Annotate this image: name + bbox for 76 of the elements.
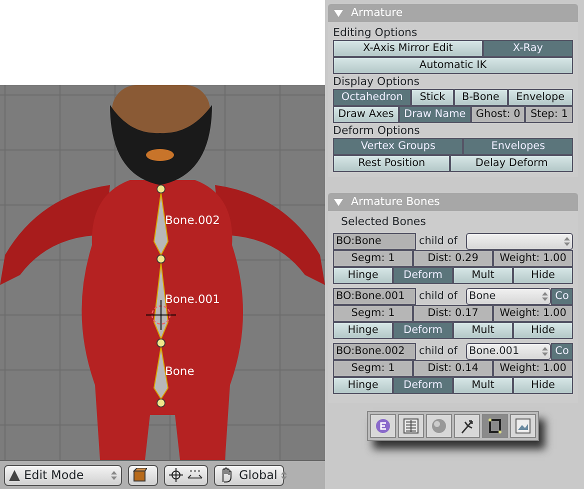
parent-dropdown[interactable] — [466, 233, 573, 250]
toggle-button[interactable]: Hide — [513, 377, 573, 394]
number-field[interactable]: Dist: 0.29 — [413, 250, 493, 267]
section-label: Deform Options — [333, 123, 421, 138]
number-field[interactable]: Weight: 1.00 — [493, 305, 573, 322]
toggle-button[interactable]: Automatic IK — [333, 57, 573, 74]
toggle-button[interactable]: Stick — [411, 89, 454, 106]
connect-button[interactable]: Co — [551, 288, 573, 305]
section-label: Display Options — [333, 74, 420, 89]
mode-dropdown[interactable]: Edit Mode — [4, 464, 122, 486]
arrows-button[interactable] — [454, 414, 480, 438]
toggle-button[interactable]: Rest Position — [333, 155, 450, 172]
updown-arrows-icon — [281, 470, 288, 480]
toggle-button[interactable]: Envelopes — [463, 138, 573, 155]
toggle-button[interactable]: Hide — [513, 322, 573, 339]
toggle-button[interactable]: X-Axis Mirror Edit — [333, 40, 483, 57]
updown-arrows-icon — [542, 347, 548, 356]
bone-name-field[interactable]: BO:Bone.001 — [333, 288, 416, 305]
toggle-button[interactable]: Draw Axes — [333, 106, 399, 123]
number-field[interactable]: Segm: 1 — [333, 250, 413, 267]
number-field[interactable]: Ghost: 0 — [470, 106, 526, 123]
toggle-button[interactable]: Deform — [393, 377, 453, 394]
arrows-icon — [459, 418, 475, 434]
arrows-icon — [187, 469, 203, 481]
toggle-button[interactable]: Deform — [393, 267, 453, 284]
cube-icon — [133, 468, 147, 482]
list-icon — [403, 418, 419, 434]
crosshair-icon — [169, 468, 183, 482]
updown-arrows-icon — [542, 292, 548, 301]
number-field[interactable]: Segm: 1 — [333, 305, 413, 322]
toggle-button[interactable]: Mult — [453, 267, 513, 284]
parent-dropdown[interactable]: Bone.001 — [466, 343, 551, 360]
list-button[interactable] — [398, 414, 424, 438]
square-icon — [487, 418, 503, 434]
panel-title: Armature — [351, 4, 403, 21]
toggle-button[interactable]: Deform — [393, 322, 453, 339]
number-field[interactable]: Dist: 0.17 — [413, 305, 493, 322]
toggle-button[interactable]: Mult — [453, 377, 513, 394]
section-label: Editing Options — [333, 25, 418, 40]
toggle-button[interactable]: Draw Name — [398, 106, 471, 123]
orientation-dropdown[interactable]: Global — [214, 464, 284, 486]
toggle-button[interactable]: Octahedron — [333, 89, 412, 106]
number-field[interactable]: Step: 1 — [525, 106, 573, 123]
number-field[interactable]: Dist: 0.14 — [413, 360, 493, 377]
section-label: Selected Bones — [340, 214, 427, 229]
draw-type-dropdown[interactable] — [128, 464, 158, 486]
toggle-button[interactable]: B-Bone — [454, 89, 508, 106]
toggle-button[interactable]: Mult — [453, 322, 513, 339]
toggle-button[interactable]: X-Ray — [482, 40, 573, 57]
sphere-icon — [431, 418, 447, 434]
toggle-button[interactable]: Vertex Groups — [333, 138, 464, 155]
bone-name-field[interactable]: BO:Bone.002 — [333, 343, 416, 360]
number-field[interactable]: Weight: 1.00 — [493, 360, 573, 377]
bone-label: Bone — [165, 364, 194, 378]
square-button[interactable] — [482, 414, 508, 438]
bone-label: Bone.001 — [165, 292, 220, 306]
connect-button[interactable]: Co — [551, 343, 573, 360]
image-button[interactable] — [510, 414, 536, 438]
bone-name-field[interactable]: BO:Bone — [333, 233, 416, 250]
toggle-button[interactable]: Hinge — [333, 267, 393, 284]
number-field[interactable]: Segm: 1 — [333, 360, 413, 377]
updown-arrows-icon — [564, 237, 570, 246]
panel-title: Armature Bones — [351, 194, 440, 210]
bone-label: Bone.002 — [165, 213, 220, 227]
logic-button[interactable] — [370, 414, 396, 438]
toggle-button[interactable]: Envelope — [508, 89, 573, 106]
parent-dropdown[interactable]: Bone — [466, 288, 551, 305]
pivot-dropdown[interactable] — [164, 464, 208, 486]
toggle-button[interactable]: Hinge — [333, 322, 393, 339]
number-field[interactable]: Weight: 1.00 — [493, 250, 573, 267]
toggle-button[interactable]: Delay Deform — [450, 155, 574, 172]
toggle-button[interactable]: Hide — [513, 267, 573, 284]
image-icon — [515, 418, 531, 434]
mode-icon — [9, 470, 20, 480]
updown-arrows-icon — [111, 470, 117, 480]
toggle-button[interactable]: Hinge — [333, 377, 393, 394]
